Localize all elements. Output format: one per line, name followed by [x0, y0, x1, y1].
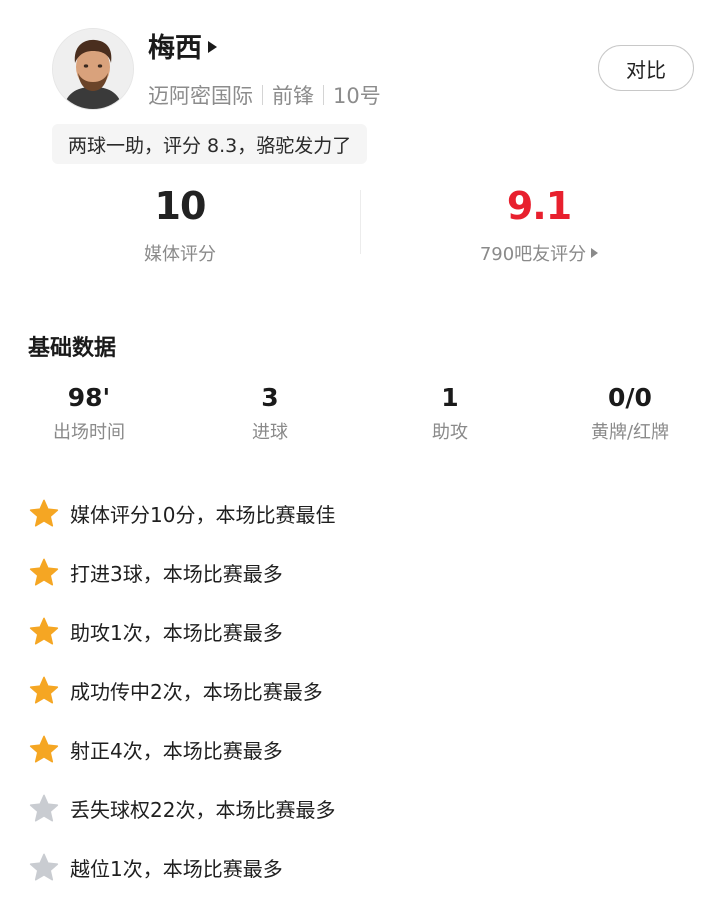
player-meta: 迈阿密国际 前锋 10号: [148, 80, 381, 110]
gold-star-icon: [29, 735, 59, 763]
gray-star-icon: [29, 853, 59, 881]
fan-rating[interactable]: 9.1 790吧友评分: [389, 182, 689, 266]
highlight-item: 打进3球，本场比赛最多: [28, 543, 688, 602]
compare-button[interactable]: 对比: [598, 45, 694, 91]
highlight-item: 媒体评分10分，本场比赛最佳: [28, 484, 688, 543]
player-position: 前锋: [272, 84, 314, 108]
highlight-item: 成功传中2次，本场比赛最多: [28, 661, 688, 720]
player-number: 10号: [333, 84, 381, 108]
highlight-text: 打进3球，本场比赛最多: [70, 562, 283, 586]
highlight-text: 媒体评分10分，本场比赛最佳: [70, 503, 336, 527]
gold-star-icon: [29, 617, 59, 645]
stat-minutes: 98' 出场时间: [9, 382, 169, 444]
stat-cards: 0/0 黄牌/红牌: [550, 382, 710, 444]
stat-assists: 1 助攻: [370, 382, 530, 444]
highlight-text: 助攻1次，本场比赛最多: [70, 621, 283, 645]
media-rating-value: 10: [154, 184, 207, 228]
player-portrait-icon: [53, 29, 133, 109]
highlight-text: 成功传中2次，本场比赛最多: [70, 680, 323, 704]
meta-divider: [323, 85, 324, 105]
highlight-item: 射正4次，本场比赛最多: [28, 720, 688, 779]
stat-value: 3: [261, 383, 279, 412]
highlights-list: 媒体评分10分，本场比赛最佳 打进3球，本场比赛最多 助攻1次，本场比赛最多成功传中…: [28, 484, 688, 897]
player-rating-page: 梅西 迈阿密国际 前锋 10号 对比 两球一助，评分 8.3，骆驼发力了 10 …: [0, 0, 720, 895]
gold-star-icon: [29, 676, 59, 704]
player-club: 迈阿密国际: [148, 84, 253, 108]
player-avatar[interactable]: [52, 28, 134, 110]
highlight-item: 越位1次，本场比赛最多: [28, 838, 688, 897]
stat-label: 进球: [252, 422, 288, 443]
stat-value: 98': [67, 383, 111, 412]
stat-value: 1: [441, 383, 459, 412]
basic-stats-title: 基础数据: [28, 336, 117, 361]
highlight-text: 越位1次，本场比赛最多: [70, 857, 283, 881]
stat-label: 出场时间: [53, 422, 125, 443]
meta-divider: [262, 85, 263, 105]
stat-label: 助攻: [432, 422, 468, 443]
gold-star-icon: [29, 558, 59, 586]
highlight-item: 丢失球权22次，本场比赛最多: [28, 779, 688, 838]
highlight-text: 射正4次，本场比赛最多: [70, 739, 283, 763]
right-arrow-icon: [208, 40, 217, 53]
right-arrow-icon: [591, 248, 599, 258]
fan-rating-value: 9.1: [506, 184, 572, 228]
media-rating-label: 媒体评分: [144, 244, 216, 265]
stat-goals: 3 进球: [190, 382, 350, 444]
gold-star-icon: [29, 499, 59, 527]
fan-rating-label: 790吧友评分: [479, 244, 587, 265]
player-name: 梅西: [148, 33, 202, 64]
stat-label: 黄牌/红牌: [590, 422, 670, 443]
gray-star-icon: [29, 794, 59, 822]
player-name-link[interactable]: 梅西: [148, 26, 217, 65]
highlight-text: 丢失球权22次，本场比赛最多: [70, 798, 336, 822]
player-comment: 两球一助，评分 8.3，骆驼发力了: [52, 124, 368, 164]
media-rating: 10 媒体评分: [30, 182, 330, 266]
highlight-item: 助攻1次，本场比赛最多: [28, 602, 688, 661]
rating-divider: [360, 190, 361, 254]
stat-value: 0/0: [608, 383, 652, 412]
